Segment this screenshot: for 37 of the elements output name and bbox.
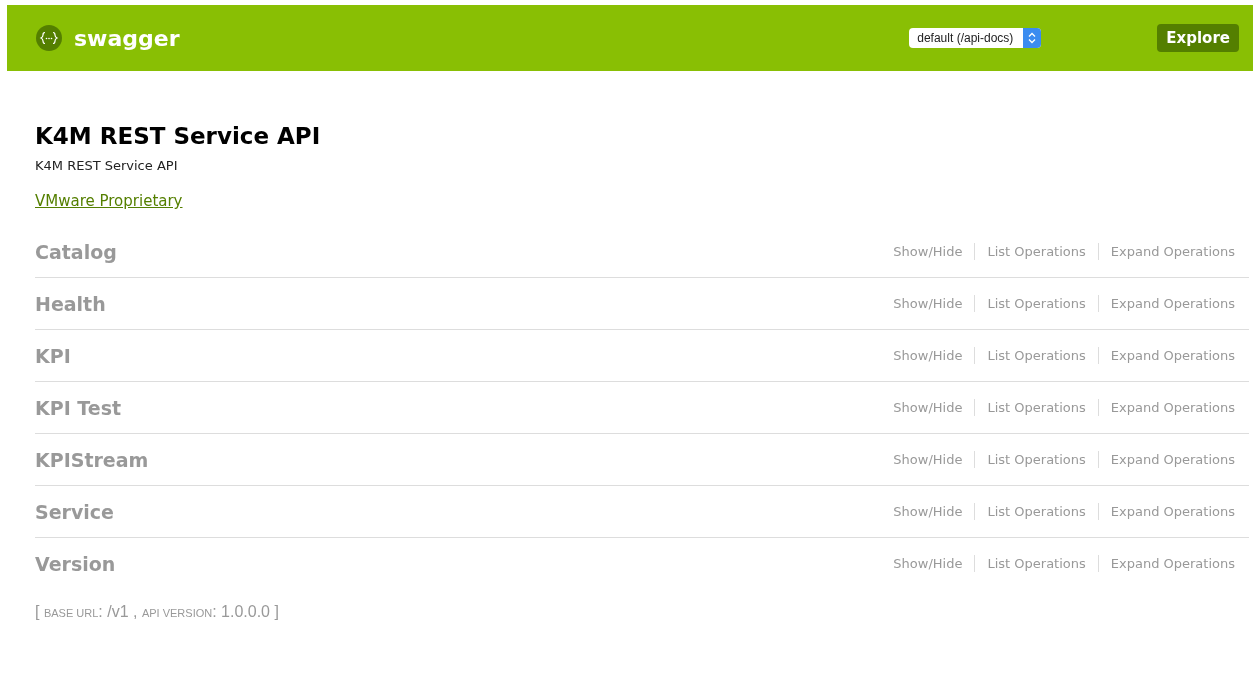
api-title: K4M REST Service API: [35, 123, 322, 149]
operation-link[interactable]: Expand Operations: [1110, 400, 1235, 415]
license-link[interactable]: VMware Proprietary: [35, 192, 183, 210]
operation-link[interactable]: Expand Operations: [1110, 296, 1235, 311]
operation-link[interactable]: Show/Hide: [893, 244, 963, 259]
operation-link[interactable]: Expand Operations: [1110, 452, 1235, 467]
explore-button[interactable]: Explore: [1157, 24, 1239, 52]
logo-text: swagger: [74, 25, 180, 51]
operation-link[interactable]: Expand Operations: [1110, 348, 1235, 363]
spec-select[interactable]: default (/api-docs): [909, 28, 1042, 48]
stepper-icon: [1023, 28, 1042, 48]
resource-name[interactable]: Service: [35, 500, 114, 523]
logo-icon: [36, 25, 62, 51]
operation-link[interactable]: List Operations: [987, 504, 1086, 519]
operation-link[interactable]: List Operations: [987, 452, 1086, 467]
operation-link[interactable]: Show/Hide: [893, 556, 963, 571]
resource-name[interactable]: KPIStream: [35, 448, 149, 471]
operation-link[interactable]: List Operations: [987, 400, 1086, 415]
operation-link[interactable]: Show/Hide: [893, 452, 963, 467]
operation-link[interactable]: List Operations: [987, 348, 1086, 363]
operation-link[interactable]: Expand Operations: [1110, 244, 1235, 259]
operation-link[interactable]: Expand Operations: [1110, 504, 1235, 519]
operation-link[interactable]: Expand Operations: [1110, 556, 1235, 571]
operation-link[interactable]: Show/Hide: [893, 296, 963, 311]
resource-name[interactable]: Catalog: [35, 240, 117, 263]
operation-link[interactable]: Show/Hide: [893, 348, 963, 363]
resource-name[interactable]: KPI: [35, 344, 71, 367]
operation-link[interactable]: List Operations: [987, 296, 1086, 311]
operation-link[interactable]: List Operations: [987, 556, 1086, 571]
resource-name[interactable]: Version: [35, 552, 116, 575]
resource-name[interactable]: Health: [35, 292, 106, 315]
operation-link[interactable]: Show/Hide: [893, 400, 963, 415]
resource-name[interactable]: KPI Test: [35, 396, 122, 419]
operation-link[interactable]: List Operations: [987, 244, 1086, 259]
operation-link[interactable]: Show/Hide: [893, 504, 963, 519]
base-url-info: [ BASE URL: /v1 , API VERSION: 1.0.0.0 ]: [35, 603, 280, 621]
api-description: K4M REST Service API: [35, 158, 179, 173]
